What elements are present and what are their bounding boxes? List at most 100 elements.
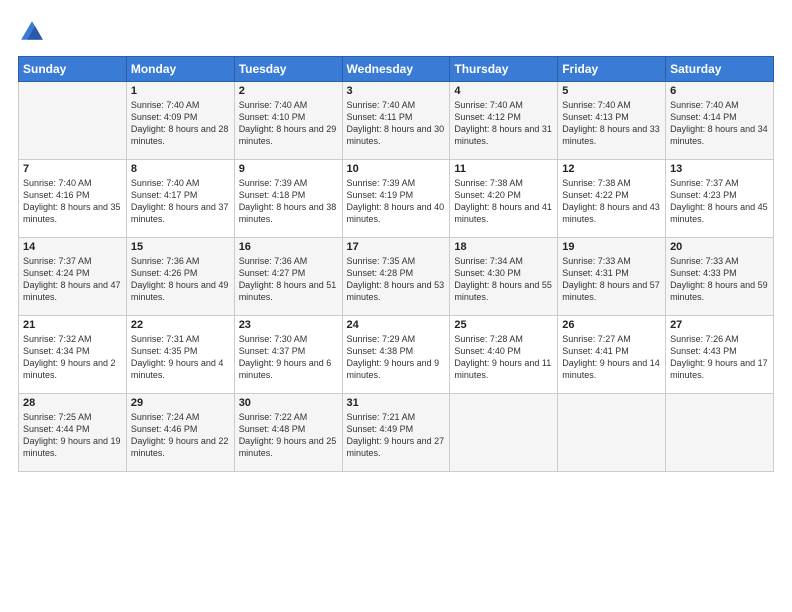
weekday-header: Saturday [666, 57, 774, 82]
calendar-cell: 16 Sunrise: 7:36 AMSunset: 4:27 PMDayligh… [234, 238, 342, 316]
cell-content: Sunrise: 7:39 AMSunset: 4:18 PMDaylight:… [239, 177, 338, 226]
calendar-cell: 28 Sunrise: 7:25 AMSunset: 4:44 PMDayligh… [19, 394, 127, 472]
day-number: 29 [131, 397, 230, 409]
cell-content: Sunrise: 7:28 AMSunset: 4:40 PMDaylight:… [454, 333, 553, 382]
day-number: 6 [670, 85, 769, 97]
calendar-cell: 2 Sunrise: 7:40 AMSunset: 4:10 PMDaylight… [234, 82, 342, 160]
day-number: 1 [131, 85, 230, 97]
day-number: 28 [23, 397, 122, 409]
day-number: 27 [670, 319, 769, 331]
cell-content: Sunrise: 7:29 AMSunset: 4:38 PMDaylight:… [347, 333, 446, 382]
cell-content: Sunrise: 7:40 AMSunset: 4:17 PMDaylight:… [131, 177, 230, 226]
cell-content: Sunrise: 7:40 AMSunset: 4:14 PMDaylight:… [670, 99, 769, 148]
table-row: 21Sunrise: 7:32 AMSunset: 4:34 PMDayligh… [19, 316, 774, 394]
weekday-header: Sunday [19, 57, 127, 82]
weekday-header: Monday [126, 57, 234, 82]
calendar-cell: 24 Sunrise: 7:29 AMSunset: 4:38 PMDayligh… [342, 316, 450, 394]
cell-content: Sunrise: 7:30 AMSunset: 4:37 PMDaylight:… [239, 333, 338, 382]
logo [18, 18, 48, 46]
cell-content: Sunrise: 7:27 AMSunset: 4:41 PMDaylight:… [562, 333, 661, 382]
day-number: 24 [347, 319, 446, 331]
day-number: 12 [562, 163, 661, 175]
cell-content: Sunrise: 7:35 AMSunset: 4:28 PMDaylight:… [347, 255, 446, 304]
calendar-cell: 12Sunrise: 7:38 AMSunset: 4:22 PMDayligh… [558, 160, 666, 238]
day-number: 11 [454, 163, 553, 175]
day-number: 10 [347, 163, 446, 175]
calendar-cell: 6 Sunrise: 7:40 AMSunset: 4:14 PMDaylight… [666, 82, 774, 160]
day-number: 31 [347, 397, 446, 409]
calendar-cell: 10 Sunrise: 7:39 AMSunset: 4:19 PMDayligh… [342, 160, 450, 238]
calendar-cell: 18 Sunrise: 7:34 AMSunset: 4:30 PMDayligh… [450, 238, 558, 316]
day-number: 21 [23, 319, 122, 331]
day-number: 13 [670, 163, 769, 175]
calendar-cell: 26 Sunrise: 7:27 AMSunset: 4:41 PMDayligh… [558, 316, 666, 394]
day-number: 20 [670, 241, 769, 253]
day-number: 9 [239, 163, 338, 175]
calendar-cell: 23Sunrise: 7:30 AMSunset: 4:37 PMDayligh… [234, 316, 342, 394]
calendar-cell: 30 Sunrise: 7:22 AMSunset: 4:48 PMDayligh… [234, 394, 342, 472]
calendar-cell [558, 394, 666, 472]
cell-content: Sunrise: 7:36 AMSunset: 4:26 PMDaylight:… [131, 255, 230, 304]
calendar-cell [19, 82, 127, 160]
day-number: 18 [454, 241, 553, 253]
cell-content: Sunrise: 7:39 AMSunset: 4:19 PMDaylight:… [347, 177, 446, 226]
calendar-cell: 11 Sunrise: 7:38 AMSunset: 4:20 PMDayligh… [450, 160, 558, 238]
calendar-cell: 20Sunrise: 7:33 AMSunset: 4:33 PMDayligh… [666, 238, 774, 316]
cell-content: Sunrise: 7:26 AMSunset: 4:43 PMDaylight:… [670, 333, 769, 382]
cell-content: Sunrise: 7:36 AMSunset: 4:27 PMDaylight:… [239, 255, 338, 304]
table-row: 14 Sunrise: 7:37 AMSunset: 4:24 PMDayligh… [19, 238, 774, 316]
cell-content: Sunrise: 7:40 AMSunset: 4:09 PMDaylight:… [131, 99, 230, 148]
calendar-cell: 14 Sunrise: 7:37 AMSunset: 4:24 PMDayligh… [19, 238, 127, 316]
cell-content: Sunrise: 7:40 AMSunset: 4:10 PMDaylight:… [239, 99, 338, 148]
calendar-cell: 13 Sunrise: 7:37 AMSunset: 4:23 PMDayligh… [666, 160, 774, 238]
day-number: 8 [131, 163, 230, 175]
day-number: 5 [562, 85, 661, 97]
calendar-cell: 9 Sunrise: 7:39 AMSunset: 4:18 PMDaylight… [234, 160, 342, 238]
logo-icon [18, 18, 46, 46]
day-number: 17 [347, 241, 446, 253]
day-number: 26 [562, 319, 661, 331]
cell-content: Sunrise: 7:33 AMSunset: 4:31 PMDaylight:… [562, 255, 661, 304]
weekday-header: Friday [558, 57, 666, 82]
cell-content: Sunrise: 7:40 AMSunset: 4:16 PMDaylight:… [23, 177, 122, 226]
calendar-cell: 17 Sunrise: 7:35 AMSunset: 4:28 PMDayligh… [342, 238, 450, 316]
calendar-cell: 21Sunrise: 7:32 AMSunset: 4:34 PMDayligh… [19, 316, 127, 394]
day-number: 22 [131, 319, 230, 331]
calendar-cell: 27 Sunrise: 7:26 AMSunset: 4:43 PMDayligh… [666, 316, 774, 394]
cell-content: Sunrise: 7:34 AMSunset: 4:30 PMDaylight:… [454, 255, 553, 304]
calendar-cell: 1 Sunrise: 7:40 AMSunset: 4:09 PMDaylight… [126, 82, 234, 160]
page-header [18, 18, 774, 46]
cell-content: Sunrise: 7:25 AMSunset: 4:44 PMDaylight:… [23, 411, 122, 460]
day-number: 14 [23, 241, 122, 253]
cell-content: Sunrise: 7:24 AMSunset: 4:46 PMDaylight:… [131, 411, 230, 460]
calendar-cell: 15Sunrise: 7:36 AMSunset: 4:26 PMDayligh… [126, 238, 234, 316]
cell-content: Sunrise: 7:31 AMSunset: 4:35 PMDaylight:… [131, 333, 230, 382]
day-number: 7 [23, 163, 122, 175]
cell-content: Sunrise: 7:37 AMSunset: 4:24 PMDaylight:… [23, 255, 122, 304]
calendar-table: SundayMondayTuesdayWednesdayThursdayFrid… [18, 56, 774, 472]
cell-content: Sunrise: 7:21 AMSunset: 4:49 PMDaylight:… [347, 411, 446, 460]
table-row: 28 Sunrise: 7:25 AMSunset: 4:44 PMDayligh… [19, 394, 774, 472]
calendar-cell: 22 Sunrise: 7:31 AMSunset: 4:35 PMDayligh… [126, 316, 234, 394]
cell-content: Sunrise: 7:40 AMSunset: 4:12 PMDaylight:… [454, 99, 553, 148]
cell-content: Sunrise: 7:40 AMSunset: 4:13 PMDaylight:… [562, 99, 661, 148]
cell-content: Sunrise: 7:38 AMSunset: 4:20 PMDaylight:… [454, 177, 553, 226]
day-number: 16 [239, 241, 338, 253]
weekday-header: Thursday [450, 57, 558, 82]
day-number: 2 [239, 85, 338, 97]
table-row: 1 Sunrise: 7:40 AMSunset: 4:09 PMDaylight… [19, 82, 774, 160]
cell-content: Sunrise: 7:37 AMSunset: 4:23 PMDaylight:… [670, 177, 769, 226]
calendar-cell: 3Sunrise: 7:40 AMSunset: 4:11 PMDaylight… [342, 82, 450, 160]
calendar-cell: 8 Sunrise: 7:40 AMSunset: 4:17 PMDaylight… [126, 160, 234, 238]
calendar-cell: 29 Sunrise: 7:24 AMSunset: 4:46 PMDayligh… [126, 394, 234, 472]
cell-content: Sunrise: 7:22 AMSunset: 4:48 PMDaylight:… [239, 411, 338, 460]
weekday-header: Tuesday [234, 57, 342, 82]
calendar-cell: 19 Sunrise: 7:33 AMSunset: 4:31 PMDayligh… [558, 238, 666, 316]
calendar-cell: 31 Sunrise: 7:21 AMSunset: 4:49 PMDayligh… [342, 394, 450, 472]
calendar-cell: 25 Sunrise: 7:28 AMSunset: 4:40 PMDayligh… [450, 316, 558, 394]
calendar-cell [666, 394, 774, 472]
day-number: 30 [239, 397, 338, 409]
day-number: 25 [454, 319, 553, 331]
day-number: 19 [562, 241, 661, 253]
calendar-cell: 7 Sunrise: 7:40 AMSunset: 4:16 PMDaylight… [19, 160, 127, 238]
